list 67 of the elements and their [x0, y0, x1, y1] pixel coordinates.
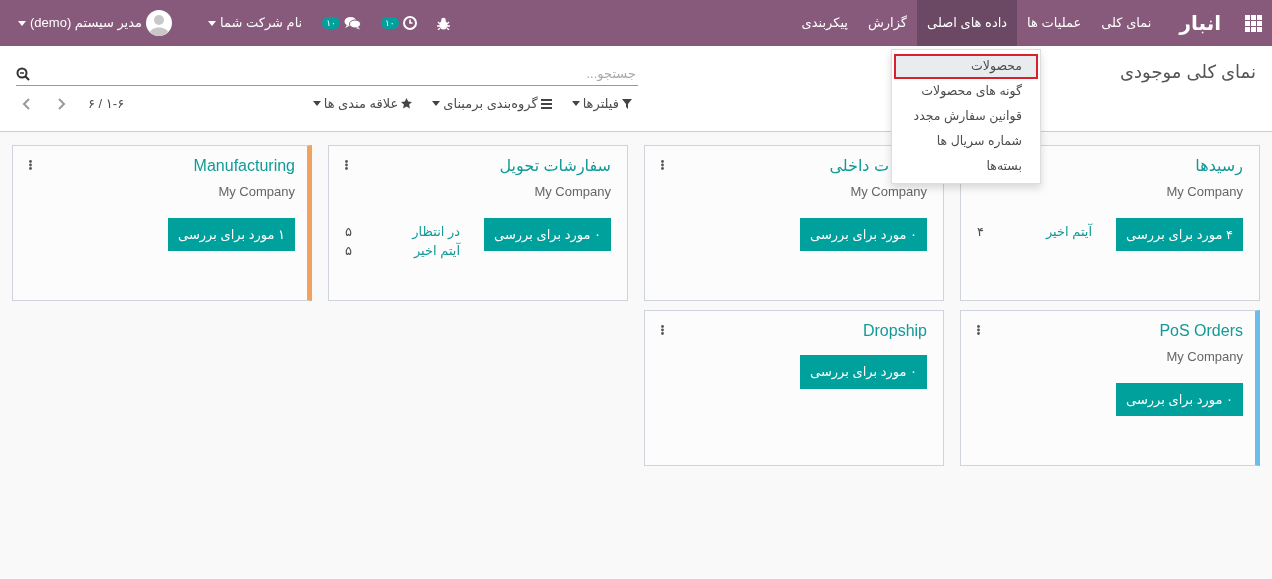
company-name: My Company — [217, 183, 295, 201]
card-title[interactable]: ت داخلی — [829, 154, 889, 178]
kebab-icon — [29, 159, 32, 170]
bug-icon — [436, 16, 450, 30]
chat-icon — [343, 16, 361, 30]
chevron-left-icon — [22, 97, 30, 110]
stat-value: ۵ — [345, 242, 353, 260]
avatar-icon — [146, 10, 172, 36]
search-field[interactable]: جستجو... — [30, 62, 638, 85]
search-icon — [16, 66, 30, 81]
pager-value: ۱-۶ / ۶ — [88, 95, 125, 113]
company-name: My Company — [1166, 183, 1243, 201]
card-title[interactable]: Manufacturing — [193, 154, 295, 178]
breadcrumb: نمای کلی موجودی — [1120, 60, 1256, 85]
to-process-button[interactable]: ۱ مورد برای بررسی — [168, 217, 295, 251]
dropdown-item[interactable]: قوانین سفارش مجدد — [894, 104, 1038, 129]
to-process-button[interactable]: ۴ مورد برای بررسی — [1116, 217, 1243, 251]
company-name: My Company — [1165, 348, 1243, 366]
app-name: انبار — [1179, 11, 1221, 37]
group-by-button[interactable]: گروه‌بندی برمبنای — [426, 94, 558, 114]
chevron-right-icon — [58, 97, 66, 110]
list-icon — [540, 98, 552, 109]
filters-button[interactable]: فیلترها — [565, 94, 638, 114]
favorites-button[interactable]: علاقه مندی ها — [306, 94, 419, 114]
menu-item[interactable]: پیکربندی — [791, 0, 858, 46]
to-process-button[interactable]: ۰ مورد برای بررسی — [1116, 382, 1243, 416]
messages-button[interactable]: ۱۰ — [312, 0, 371, 46]
kebab-icon — [661, 159, 664, 170]
caret-icon — [432, 101, 441, 107]
star-icon — [401, 98, 413, 110]
to-process-button[interactable]: ۰ مورد برای بررسی — [484, 217, 611, 251]
card-title[interactable]: Dropship — [862, 319, 927, 343]
menu-item[interactable]: نمای کلی — [1091, 0, 1162, 46]
dropdown-item[interactable]: شماره سریال ها — [894, 129, 1038, 154]
grid-icon — [1245, 14, 1262, 32]
card-title[interactable]: رسیدها — [1166, 154, 1243, 178]
caret-icon — [18, 20, 26, 26]
card-title[interactable]: سفارشات تحویل — [499, 154, 611, 178]
card-title[interactable]: PoS Orders — [1159, 319, 1243, 343]
to-process-button[interactable]: ۰ مورد برای بررسی — [800, 355, 927, 389]
dropdown-item[interactable]: بسته‌ها — [894, 154, 1038, 179]
count-badge: ۱۰ — [380, 16, 399, 30]
dropdown-item[interactable]: محصولات — [894, 54, 1038, 79]
caret-icon — [312, 101, 321, 107]
dropdown-item[interactable]: گونه های محصولات — [894, 79, 1038, 104]
user-menu[interactable]: مدیر سیستم (demo) — [8, 0, 182, 46]
company-name: My Company — [849, 183, 927, 201]
funnel-icon — [622, 98, 632, 109]
kebab-icon — [661, 324, 664, 335]
caret-icon — [208, 20, 216, 26]
kebab-icon — [977, 324, 980, 335]
activity-button[interactable]: ۱۰ — [370, 0, 427, 46]
stat-link[interactable]: آیتم اخیر — [1045, 221, 1093, 241]
clock-icon — [402, 16, 417, 30]
count-badge: ۱۰ — [322, 16, 340, 30]
stat-value: ۴ — [977, 222, 985, 241]
stat-link[interactable]: در انتظار — [412, 221, 461, 241]
to-process-button[interactable]: ۰ مورد برای بررسی — [800, 217, 927, 251]
stat-link[interactable]: آیتم اخیر — [413, 241, 461, 261]
stat-value: ۵ — [345, 222, 353, 241]
menu-item[interactable]: عملیات ها — [1017, 0, 1092, 46]
company-name: My Company — [533, 183, 611, 201]
caret-icon — [571, 101, 580, 107]
menu-item[interactable]: داده های اصلی — [917, 0, 1018, 46]
company-switcher[interactable]: نام شرکت شما — [198, 0, 313, 46]
menu-item[interactable]: گزارش — [857, 0, 918, 46]
kebab-icon — [345, 159, 348, 170]
